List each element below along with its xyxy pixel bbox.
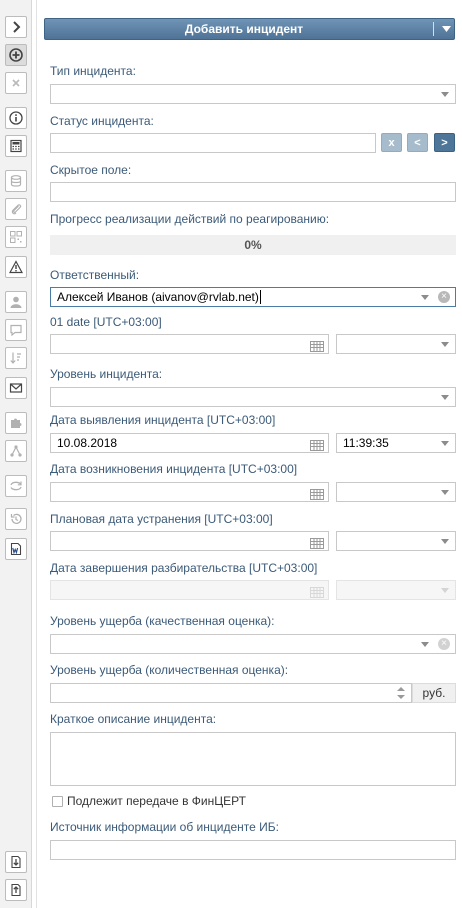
- export-icon[interactable]: [5, 879, 27, 901]
- calendar-icon[interactable]: [310, 339, 324, 352]
- left-toolbar: [0, 0, 32, 908]
- dropdown-arrow-icon: [441, 441, 449, 446]
- occurrence-date-label: Дата возникновения инцидента [UTC+03:00]: [50, 462, 298, 476]
- dropdown-arrow-icon: [441, 92, 449, 97]
- puzzle-icon[interactable]: [5, 412, 27, 434]
- date01-label: 01 date [UTC+03:00]: [50, 315, 162, 329]
- qr-code-icon[interactable]: [5, 226, 27, 248]
- word-document-icon[interactable]: [5, 538, 27, 560]
- planned-fix-date-label: Плановая дата устранения [UTC+03:00]: [50, 512, 273, 526]
- sync-icon[interactable]: [5, 475, 27, 497]
- dropdown-arrow-icon: [441, 490, 449, 495]
- info-icon[interactable]: [5, 107, 27, 129]
- responsible-label: Ответственный:: [50, 268, 140, 282]
- add-incident-button[interactable]: Добавить инцидент: [44, 18, 455, 40]
- investigation-end-date-label: Дата завершения разбирательства [UTC+03:…: [50, 561, 318, 575]
- hidden-field-input[interactable]: [50, 182, 456, 202]
- planned-fix-date-input[interactable]: [50, 531, 329, 551]
- short-description-textarea[interactable]: [50, 732, 456, 786]
- stepper-icon[interactable]: [397, 686, 405, 700]
- add-circle-icon[interactable]: [5, 44, 27, 66]
- progress-bar: 0%: [50, 235, 456, 255]
- fincert-checkbox[interactable]: [52, 796, 63, 807]
- text-cursor: [259, 290, 261, 304]
- fincert-label: Подлежит передаче в ФинЦЕРТ: [67, 794, 246, 808]
- progress-label: Прогресс реализации действий по реагиров…: [50, 212, 330, 226]
- calculator-icon[interactable]: [5, 135, 27, 157]
- investigation-end-date-input: [50, 580, 329, 600]
- incident-level-label: Уровень инцидента:: [50, 367, 163, 381]
- investigation-end-time-select: [336, 580, 456, 600]
- occurrence-time-select[interactable]: [336, 482, 456, 502]
- progress-value: 0%: [244, 238, 262, 252]
- calendar-icon[interactable]: [310, 487, 324, 500]
- chevron-down-icon[interactable]: [438, 26, 454, 32]
- detection-time-value: 11:39:35: [343, 436, 389, 450]
- status-clear-button[interactable]: x: [381, 133, 402, 152]
- date01-date-input[interactable]: [50, 334, 329, 354]
- incident-form: Добавить инцидент Тип инцидента: Статус …: [36, 0, 462, 908]
- incident-status-field[interactable]: [50, 133, 376, 153]
- detection-date-label: Дата выявления инцидента [UTC+03:00]: [50, 413, 276, 427]
- import-icon[interactable]: [5, 851, 27, 873]
- paperclip-icon[interactable]: [5, 198, 27, 220]
- info-source-input[interactable]: [50, 840, 456, 860]
- user-icon[interactable]: [5, 291, 27, 313]
- damage-quality-select[interactable]: ×: [50, 634, 456, 654]
- detection-date-value: 10.08.2018: [57, 436, 118, 450]
- currency-unit: руб.: [412, 683, 456, 703]
- hidden-field-label: Скрытое поле:: [50, 163, 132, 177]
- damage-quantity-input[interactable]: [50, 683, 412, 703]
- sort-icon[interactable]: [5, 347, 27, 369]
- responsible-value: Алексей Иванов (aivanov@rvlab.net): [57, 290, 259, 304]
- button-separator: [433, 22, 434, 36]
- calendar-icon[interactable]: [310, 536, 324, 549]
- date01-time-select[interactable]: [336, 334, 456, 354]
- damage-quality-label: Уровень ущерба (качественная оценка):: [50, 614, 275, 628]
- database-icon[interactable]: [5, 170, 27, 192]
- chevron-right-icon[interactable]: [5, 16, 27, 38]
- responsible-select[interactable]: Алексей Иванов (aivanov@rvlab.net) ×: [50, 287, 456, 307]
- status-next-button[interactable]: >: [434, 133, 455, 152]
- short-description-label: Краткое описание инцидента:: [50, 712, 217, 726]
- incident-type-select[interactable]: [50, 84, 456, 104]
- calendar-icon: [310, 585, 324, 598]
- detection-time-select[interactable]: 11:39:35: [336, 433, 456, 453]
- dropdown-arrow-icon: [441, 342, 449, 347]
- warning-icon[interactable]: [5, 256, 27, 278]
- incident-status-label: Статус инцидента:: [50, 114, 154, 128]
- dropdown-arrow-icon: [441, 588, 449, 593]
- detection-date-input[interactable]: 10.08.2018: [50, 433, 329, 453]
- network-icon[interactable]: [5, 440, 27, 462]
- incident-level-select[interactable]: [50, 387, 456, 407]
- occurrence-date-input[interactable]: [50, 482, 329, 502]
- envelope-icon[interactable]: [5, 377, 27, 399]
- clear-icon[interactable]: ×: [438, 638, 450, 650]
- add-incident-button-label: Добавить инцидент: [184, 22, 304, 36]
- planned-fix-time-select[interactable]: [336, 531, 456, 551]
- dropdown-arrow-icon: [441, 395, 449, 400]
- status-prev-button[interactable]: <: [407, 133, 428, 152]
- info-source-label: Источник информации об инциденте ИБ:: [50, 820, 279, 834]
- dropdown-arrow-icon: [421, 295, 429, 300]
- chat-icon[interactable]: [5, 319, 27, 341]
- calendar-icon[interactable]: [310, 438, 324, 451]
- damage-quantity-label: Уровень ущерба (количественная оценка):: [50, 663, 289, 677]
- incident-type-label: Тип инцидента:: [50, 64, 136, 78]
- dropdown-arrow-icon: [441, 539, 449, 544]
- close-icon[interactable]: [5, 72, 27, 94]
- dropdown-arrow-icon: [421, 642, 429, 647]
- history-icon[interactable]: [5, 508, 27, 530]
- clear-icon[interactable]: ×: [438, 291, 450, 303]
